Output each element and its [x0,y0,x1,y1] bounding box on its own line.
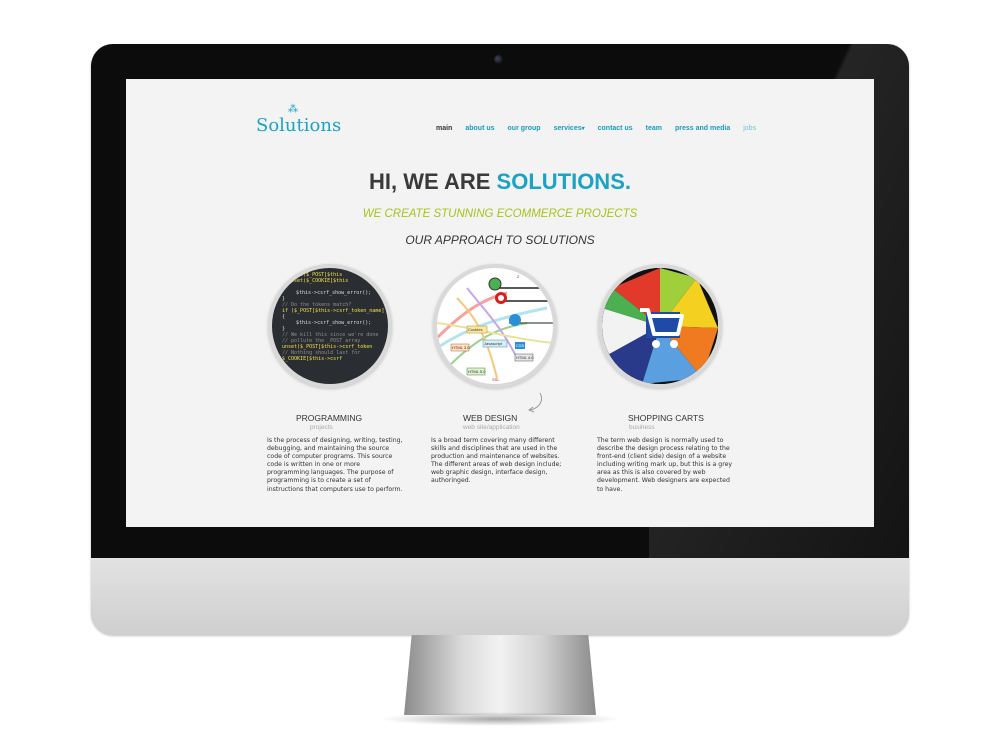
website-screen: Solutions ⁂ main about us our group serv… [126,79,874,527]
chrome-icon [488,277,502,291]
shopping-carts-description: The term web design is normally used to … [597,437,733,493]
camera-icon [494,55,503,64]
code-snippet: ! isset($_POST[$this ! isset($_COOKIE[$t… [282,272,384,362]
ie-icon [509,314,521,326]
web-design-title: WEB DESIGN [463,413,518,423]
label-html-4: HTML 4.0 [516,355,534,360]
shopping-cart-image[interactable] [598,264,722,388]
svg-text:2: 2 [517,274,520,279]
stand-shadow [380,712,620,726]
monitor-stand [404,635,596,715]
programming-description: Is the process of designing, writing, te… [267,437,403,493]
nav-our-group[interactable]: our group [508,125,541,132]
site-logo[interactable]: Solutions ⁂ [256,104,342,136]
caret-down-icon: ▾ [581,126,585,132]
main-navigation: main about us our group services▾ contac… [436,125,769,132]
code-line: $_COOKIE[$this->csrf [282,356,343,362]
programming-subtitle: projects [310,424,333,431]
nav-team[interactable]: team [646,125,662,132]
label-cookies: Cookies [468,327,482,332]
arrow-icon [527,392,543,413]
nav-services[interactable]: services▾ [554,125,585,132]
nav-jobs[interactable]: jobs [743,125,756,132]
cart-graphic [602,268,718,384]
code-line: $this->csrf_show_error(); [296,290,372,296]
shopping-carts-subtitle: business [629,424,655,431]
web-design-description: Is a broad term covering many different … [431,437,562,485]
programming-title: PROGRAMMING [296,413,363,423]
tagline: WE CREATE STUNNING ECOMMERCE PROJECTS [362,208,638,220]
code-line: $this->csrf_show_error(); [296,320,372,326]
programming-image[interactable]: ! isset($_POST[$this ! isset($_COOKIE[$t… [268,264,392,388]
logo-text: Solutions [256,115,342,136]
shopping-carts-title: SHOPPING CARTS [628,413,704,423]
nav-main[interactable]: main [436,125,452,132]
label-ssl: SSL [492,377,500,382]
web-design-image[interactable]: 2 Cookies Javascript HTML 3.0 HTML 5.0 H… [433,264,557,388]
hero-heading: HI, WE ARE SOLUTIONS. [126,169,874,195]
label-html-3: HTML 3.0 [452,345,470,350]
nav-about-us[interactable]: about us [465,125,494,132]
label-html-5: HTML 5.0 [468,369,486,374]
label-css: CSS [516,343,525,348]
nav-press-and-media[interactable]: press and media [675,125,730,132]
nav-services-label: services [553,125,582,132]
nav-contact-us[interactable]: contact us [598,125,633,132]
web-design-subtitle: web site/application [463,424,520,431]
code-line: if ($_POST[$this->csrf_token_name] [282,308,385,314]
approach-title: OUR APPROACH TO SOLUTIONS [405,233,595,247]
label-javascript: Javascript [484,341,503,346]
web-diagram: 2 Cookies Javascript HTML 3.0 HTML 5.0 H… [437,274,553,382]
hero-accent: SOLUTIONS. [496,169,631,194]
monitor-chin [91,558,909,635]
hero-lead: HI, WE ARE [369,169,497,194]
logo-spark-icon: ⁂ [288,104,298,115]
